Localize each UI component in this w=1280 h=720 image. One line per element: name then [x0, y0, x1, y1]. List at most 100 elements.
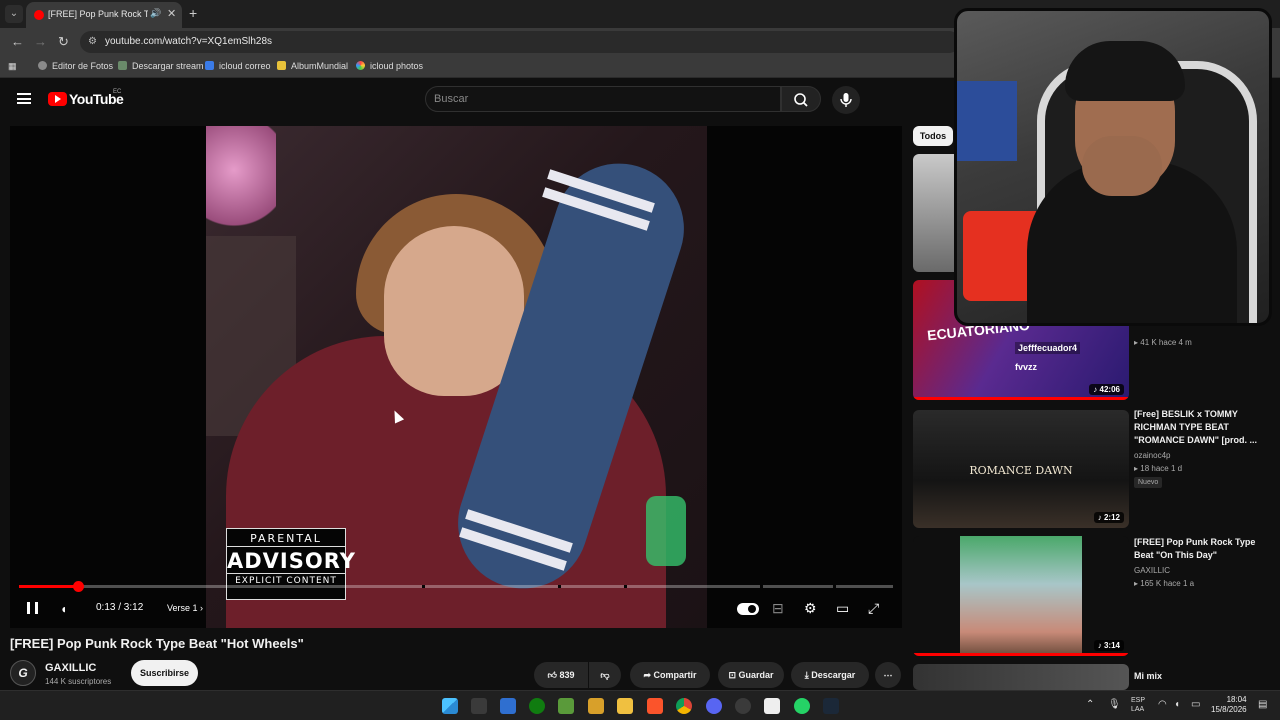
share-button[interactable]: ➦ Compartir — [630, 662, 710, 688]
bookmark-descargar-stream[interactable]: Descargar stream — [118, 61, 204, 71]
subscribe-button[interactable]: Suscribirse — [131, 660, 198, 686]
brave-browser-icon[interactable] — [647, 698, 663, 714]
recommended-title-3[interactable]: [FREE] Pop Punk Rock Type Beat "On This … — [1134, 536, 1264, 562]
subscriber-count: 144 K suscriptores — [45, 677, 112, 686]
tab-audio-icon[interactable]: 🔊 — [150, 8, 161, 19]
save-button[interactable]: ⊡ Guardar — [718, 662, 784, 688]
browser-tab-active[interactable]: [FREE] Pop Punk Rock Type 🔊 ✕ — [26, 2, 182, 28]
game-launcher-icon[interactable] — [588, 698, 604, 714]
webcam-overlay — [954, 8, 1272, 326]
bookmark-icon — [118, 61, 127, 70]
progress-bar[interactable] — [19, 581, 893, 592]
recommended-title-4[interactable]: Mi mix — [1134, 670, 1264, 683]
meta-text: 41 K hace 4 m — [1140, 338, 1192, 347]
menu-icon[interactable] — [17, 93, 31, 104]
settings-gear-icon[interactable]: ⚙ — [804, 600, 817, 617]
progress-scrubber[interactable] — [73, 581, 85, 592]
channel-avatar[interactable]: G — [10, 660, 36, 686]
filter-chip-all[interactable]: Todos — [913, 126, 953, 146]
recommended-meta-1: ▸ 41 K hace 4 m — [1134, 338, 1192, 347]
recommended-thumbnail-3[interactable]: ♪ 3:14 — [913, 536, 1129, 656]
save-label: Guardar — [738, 670, 774, 680]
site-info-icon[interactable]: ⚙ — [88, 36, 97, 47]
video-title: [FREE] Pop Punk Rock Type Beat "Hot Whee… — [10, 636, 304, 651]
language-indicator[interactable]: ESP LAA — [1131, 696, 1145, 714]
parental-advisory-label: PARENTAL ADVISORY EXPLICIT CONTENT — [226, 528, 356, 600]
wifi-icon[interactable]: ◠ — [1158, 699, 1167, 710]
tab-search-button[interactable]: ⌄ — [5, 5, 23, 23]
recommended-title-2[interactable]: [Free] BESLIK x TOMMY RICHMAN TYPE BEAT … — [1134, 408, 1264, 447]
channel-name[interactable]: GAXILLIC — [45, 662, 96, 674]
share-label: Compartir — [653, 670, 697, 680]
forward-arrow-icon[interactable]: → — [34, 34, 47, 49]
youtube-logo-icon[interactable] — [48, 92, 67, 106]
search-input[interactable] — [434, 91, 764, 107]
pause-button[interactable] — [27, 602, 38, 614]
volume-icon[interactable]: ◖ — [60, 602, 67, 620]
recommended-channel-3[interactable]: GAXILLIC — [1134, 566, 1170, 575]
meta-text: 18 hace 1 d — [1140, 464, 1183, 473]
file-explorer-icon[interactable] — [617, 698, 633, 714]
recommended-channel-2[interactable]: ozainoc4p — [1134, 451, 1170, 460]
like-button[interactable]: 👍︎ 839 — [534, 662, 588, 688]
dislike-button[interactable]: 👎︎ — [589, 662, 621, 688]
minecraft-icon[interactable] — [558, 698, 574, 714]
whatsapp-icon[interactable] — [794, 698, 810, 714]
obs-icon[interactable] — [735, 698, 751, 714]
thumbs-up-icon: 👍︎ — [547, 670, 557, 680]
language-code: ESP — [1131, 697, 1146, 704]
thumbs-down-icon: 👎︎ — [600, 670, 610, 680]
microphone-tray-icon[interactable]: 🎙︎ — [1108, 699, 1121, 710]
discord-icon[interactable] — [706, 698, 722, 714]
apps-grid-icon[interactable]: ▦ — [8, 61, 17, 72]
webcam-person-hair — [1065, 41, 1185, 101]
theater-mode-icon[interactable]: ▭ — [836, 600, 849, 617]
chapter-button[interactable]: Verse 1 › — [167, 603, 203, 621]
advisory-line-2: ADVISORY — [227, 549, 356, 573]
like-count: 839 — [559, 670, 575, 680]
system-clock[interactable]: 18:04 15/8/2026 — [1211, 695, 1247, 715]
bookmark-albummundial[interactable]: AlbumMundial — [277, 61, 348, 71]
new-tab-button[interactable]: + — [189, 5, 197, 21]
steam-icon[interactable] — [823, 698, 839, 714]
chrome-icon[interactable] — [676, 698, 692, 714]
bookmark-icon — [38, 61, 47, 70]
thumbnail-text: fvvzz — [1015, 362, 1038, 372]
fullscreen-icon[interactable]: ⤢ — [868, 600, 879, 617]
autoplay-toggle[interactable] — [737, 603, 759, 615]
tab-close-icon[interactable]: ✕ — [167, 7, 176, 20]
bookmark-editor-fotos[interactable]: Editor de Fotos — [38, 61, 113, 71]
download-button[interactable]: ⤓ Descargar — [791, 662, 869, 688]
speaker-icon[interactable]: ◖ — [1174, 699, 1180, 710]
back-arrow-icon[interactable]: ← — [11, 34, 24, 49]
video-player[interactable]: PARENTAL ADVISORY EXPLICIT CONTENT ◖ 0:1… — [10, 126, 902, 628]
task-view-icon[interactable] — [471, 698, 487, 714]
search-button[interactable] — [781, 86, 821, 112]
download-icon: ⤓ — [804, 670, 809, 680]
recommended-meta-2: ▸ 18 hace 1 d — [1134, 464, 1183, 473]
bookmark-icloud-correo[interactable]: icloud correo — [205, 61, 271, 71]
notifications-icon[interactable]: ▤ — [1258, 699, 1267, 710]
search-box[interactable] — [425, 86, 781, 112]
address-bar[interactable]: ⚙ youtube.com/watch?v=XQ1emSlh28s — [80, 31, 960, 53]
video-frame: PARENTAL ADVISORY EXPLICIT CONTENT — [206, 126, 707, 628]
person-face — [384, 226, 524, 396]
xbox-icon[interactable] — [529, 698, 545, 714]
youtube-favicon-icon — [34, 10, 44, 20]
more-actions-button[interactable]: ⋯ — [875, 662, 901, 688]
recommended-thumbnail-4[interactable] — [913, 664, 1129, 690]
windows-start-icon[interactable] — [442, 698, 458, 714]
duration-text: 2:12 — [1103, 513, 1120, 522]
store-icon[interactable] — [500, 698, 516, 714]
battery-icon[interactable]: ▭ — [1191, 699, 1200, 710]
capcut-icon[interactable] — [764, 698, 780, 714]
video-duration: ♪ 2:12 — [1093, 512, 1124, 523]
voice-search-button[interactable] — [832, 86, 860, 114]
subtitles-icon[interactable]: ⊟ — [772, 600, 784, 617]
recommended-thumbnail-2[interactable]: ROMANCE DAWN ♪ 2:12 — [913, 410, 1129, 528]
watched-bar — [913, 397, 1129, 400]
bookmark-icloud-photos[interactable]: icloud photos — [356, 61, 423, 71]
tab-title: [FREE] Pop Punk Rock Type — [48, 9, 148, 19]
show-hidden-icons-icon[interactable]: ⌃ — [1086, 699, 1094, 710]
reload-icon[interactable]: ↻ — [58, 34, 69, 50]
